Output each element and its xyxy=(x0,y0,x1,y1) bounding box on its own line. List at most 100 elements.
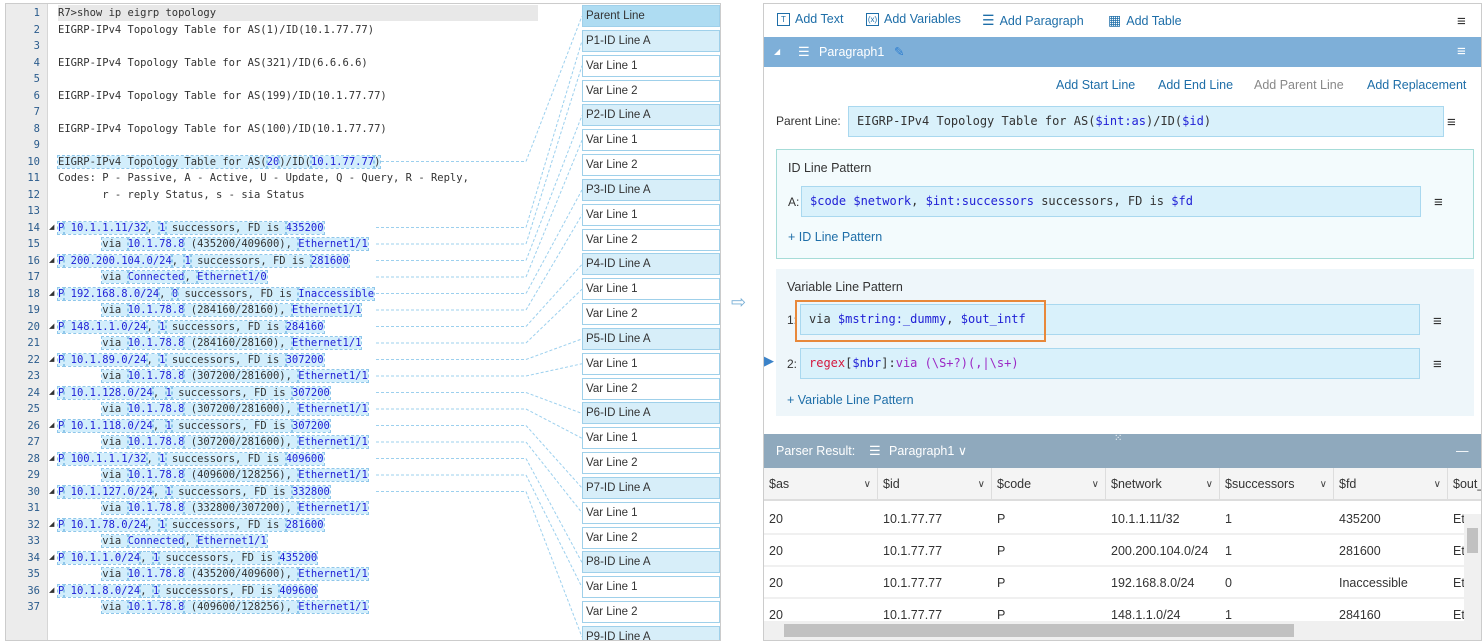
fold-icon[interactable]: ◢ xyxy=(49,220,54,236)
variable-line-2-input[interactable]: regex[$nbr]:via (\S+?)(,|\s+) xyxy=(800,348,1420,379)
toolbar-menu-icon[interactable]: ≡ xyxy=(1457,14,1466,29)
column-header[interactable]: $network ∨ xyxy=(1106,468,1220,501)
var-line-label[interactable]: Var Line 1 xyxy=(582,203,720,226)
chevron-down-icon[interactable]: ∨ xyxy=(1206,468,1213,501)
parent-line-label[interactable]: Parent Line xyxy=(582,5,720,27)
matched-variable: 307200 xyxy=(284,352,325,367)
var-line-label[interactable]: Var Line 2 xyxy=(582,303,720,326)
id-line-label[interactable]: P1-ID Line A xyxy=(582,29,720,52)
var-line-label[interactable]: Var Line 2 xyxy=(582,154,720,177)
paragraph-select[interactable]: Paragraph1 ∨ xyxy=(889,434,967,468)
add-paragraph-button[interactable]: ☰ Add Paragraph xyxy=(982,12,1084,29)
add-variables-button[interactable]: (x) Add Variables xyxy=(866,12,961,26)
connector-line xyxy=(376,15,583,162)
fold-icon[interactable]: ◢ xyxy=(49,319,54,335)
column-header[interactable]: $id ∨ xyxy=(878,468,992,501)
var-line-label[interactable]: Var Line 2 xyxy=(582,377,720,400)
chevron-down-icon[interactable]: ∨ xyxy=(1092,468,1099,501)
chevron-down-icon[interactable]: ∨ xyxy=(978,468,985,501)
var-line-label[interactable]: Var Line 1 xyxy=(582,129,720,152)
fold-icon[interactable]: ◢ xyxy=(49,253,54,269)
column-header[interactable]: $successors ∨ xyxy=(1220,468,1334,501)
id-line-label[interactable]: P8-ID Line A xyxy=(582,551,720,574)
var-line-label[interactable]: Var Line 1 xyxy=(582,576,720,599)
matched-variable: Inaccessible xyxy=(297,286,376,301)
connector-line xyxy=(376,363,583,377)
var-line-label[interactable]: Var Line 1 xyxy=(582,278,720,301)
var-line-label[interactable]: Var Line 2 xyxy=(582,526,720,549)
id-line-menu-icon[interactable]: ≡ xyxy=(1434,195,1443,210)
minimize-icon[interactable]: — xyxy=(1456,434,1469,468)
var-line-label[interactable]: Var Line 1 xyxy=(582,501,720,524)
fold-icon[interactable]: ◢ xyxy=(49,385,54,401)
table-cell: 435200 xyxy=(1334,503,1448,535)
fold-icon[interactable]: ◢ xyxy=(49,286,54,302)
collapse-icon[interactable]: ◢ xyxy=(774,37,780,67)
var-line-label[interactable]: Var Line 2 xyxy=(582,228,720,251)
id-line-label[interactable]: P5-ID Line A xyxy=(582,327,720,350)
var-line-label[interactable]: Var Line 2 xyxy=(582,452,720,475)
focus-highlight-box xyxy=(795,300,1046,342)
id-line-label[interactable]: P6-ID Line A xyxy=(582,402,720,425)
matched-variable: 10.1.89.0/24 xyxy=(63,352,148,367)
variable-line-2-menu-icon[interactable]: ≡ xyxy=(1433,357,1442,372)
vertical-scroll-thumb[interactable] xyxy=(1467,528,1478,553)
code-line: P 10.1.1.11/32, 1 successors, FD is 4352… xyxy=(56,220,325,236)
id-line-label[interactable]: P3-ID Line A xyxy=(582,178,720,201)
fold-icon[interactable]: ◢ xyxy=(49,418,54,434)
column-header[interactable]: $code ∨ xyxy=(992,468,1106,501)
fold-icon[interactable]: ◢ xyxy=(49,484,54,500)
chevron-down-icon[interactable]: ∨ xyxy=(1434,468,1441,501)
paragraph-menu-icon[interactable]: ≡ xyxy=(1457,44,1466,59)
edit-pencil-icon[interactable]: ✎ xyxy=(894,37,904,67)
id-line-label[interactable]: P9-ID Line A xyxy=(582,626,720,640)
column-header[interactable]: $out_ xyxy=(1448,468,1481,501)
var-line-label[interactable]: Var Line 2 xyxy=(582,601,720,624)
code-text: EIGRP-IPv4 Topology Table for AS(199)/ID… xyxy=(58,89,387,102)
resize-handle-icon[interactable]: ⁙ xyxy=(1114,422,1122,456)
vertical-scrollbar[interactable] xyxy=(1464,514,1481,622)
code-editor[interactable]: 1 2 3 4 5 6 7 8 9 10 11 12 13 14 15 16 17 18 19 20 21 22 23 24 2… xyxy=(5,3,721,641)
code-text: successors, FD is xyxy=(189,253,312,268)
code-line: P 148.1.1.0/24, 1 successors, FD is 2841… xyxy=(56,319,325,335)
parent-line-label: Parent Line: xyxy=(776,114,841,128)
chevron-down-icon[interactable]: ∨ xyxy=(1320,468,1327,501)
var-line-label[interactable]: Var Line 1 xyxy=(582,54,720,77)
add-text-button[interactable]: T Add Text xyxy=(777,12,843,26)
fold-icon[interactable]: ◢ xyxy=(49,583,54,599)
add-replacement-link[interactable]: Add Replacement xyxy=(1367,78,1466,92)
var-line-label[interactable]: Var Line 2 xyxy=(582,79,720,102)
column-header[interactable]: $fd ∨ xyxy=(1334,468,1448,501)
code-line: via 10.1.78.8 (332800/307200), Ethernet1… xyxy=(58,500,369,516)
add-id-line-pattern-link[interactable]: + ID Line Pattern xyxy=(788,230,882,244)
variable-line-1-menu-icon[interactable]: ≡ xyxy=(1433,314,1442,329)
id-line-label[interactable]: P4-ID Line A xyxy=(582,253,720,276)
id-line-a-input[interactable]: $code $network, $int:successors successo… xyxy=(801,186,1421,217)
add-end-line-link[interactable]: Add End Line xyxy=(1158,78,1233,92)
chevron-down-icon[interactable]: ∨ xyxy=(864,468,871,501)
fold-icon[interactable]: ◢ xyxy=(49,550,54,566)
code-text: , xyxy=(139,583,154,598)
id-line-label[interactable]: P7-ID Line A xyxy=(582,476,720,499)
horizontal-scrollbar[interactable] xyxy=(764,621,1481,640)
var-line-label[interactable]: Var Line 1 xyxy=(582,352,720,375)
add-start-line-link[interactable]: Add Start Line xyxy=(1056,78,1135,92)
code-line: EIGRP-IPv4 Topology Table for AS(199)/ID… xyxy=(58,88,387,104)
add-table-button[interactable]: ▦ Add Table xyxy=(1108,12,1182,29)
parent-line-menu-icon[interactable]: ≡ xyxy=(1447,115,1456,130)
connector-line xyxy=(376,392,583,414)
column-header[interactable]: $as ∨ xyxy=(764,468,878,501)
id-line-label[interactable]: P2-ID Line A xyxy=(582,104,720,127)
matched-variable: 1 xyxy=(158,352,167,367)
paragraph-header[interactable]: ◢ ☰ Paragraph1 ✎ ≡ xyxy=(764,37,1481,67)
parent-line-input[interactable]: EIGRP-IPv4 Topology Table for AS($int:as… xyxy=(848,106,1444,137)
fold-icon[interactable]: ◢ xyxy=(49,451,54,467)
horizontal-scroll-thumb[interactable] xyxy=(784,624,1294,637)
var-line-label[interactable]: Var Line 1 xyxy=(582,427,720,450)
fold-icon[interactable]: ◢ xyxy=(49,352,54,368)
add-variable-line-pattern-link[interactable]: + Variable Line Pattern xyxy=(787,393,914,407)
fold-icon[interactable]: ◢ xyxy=(49,517,54,533)
